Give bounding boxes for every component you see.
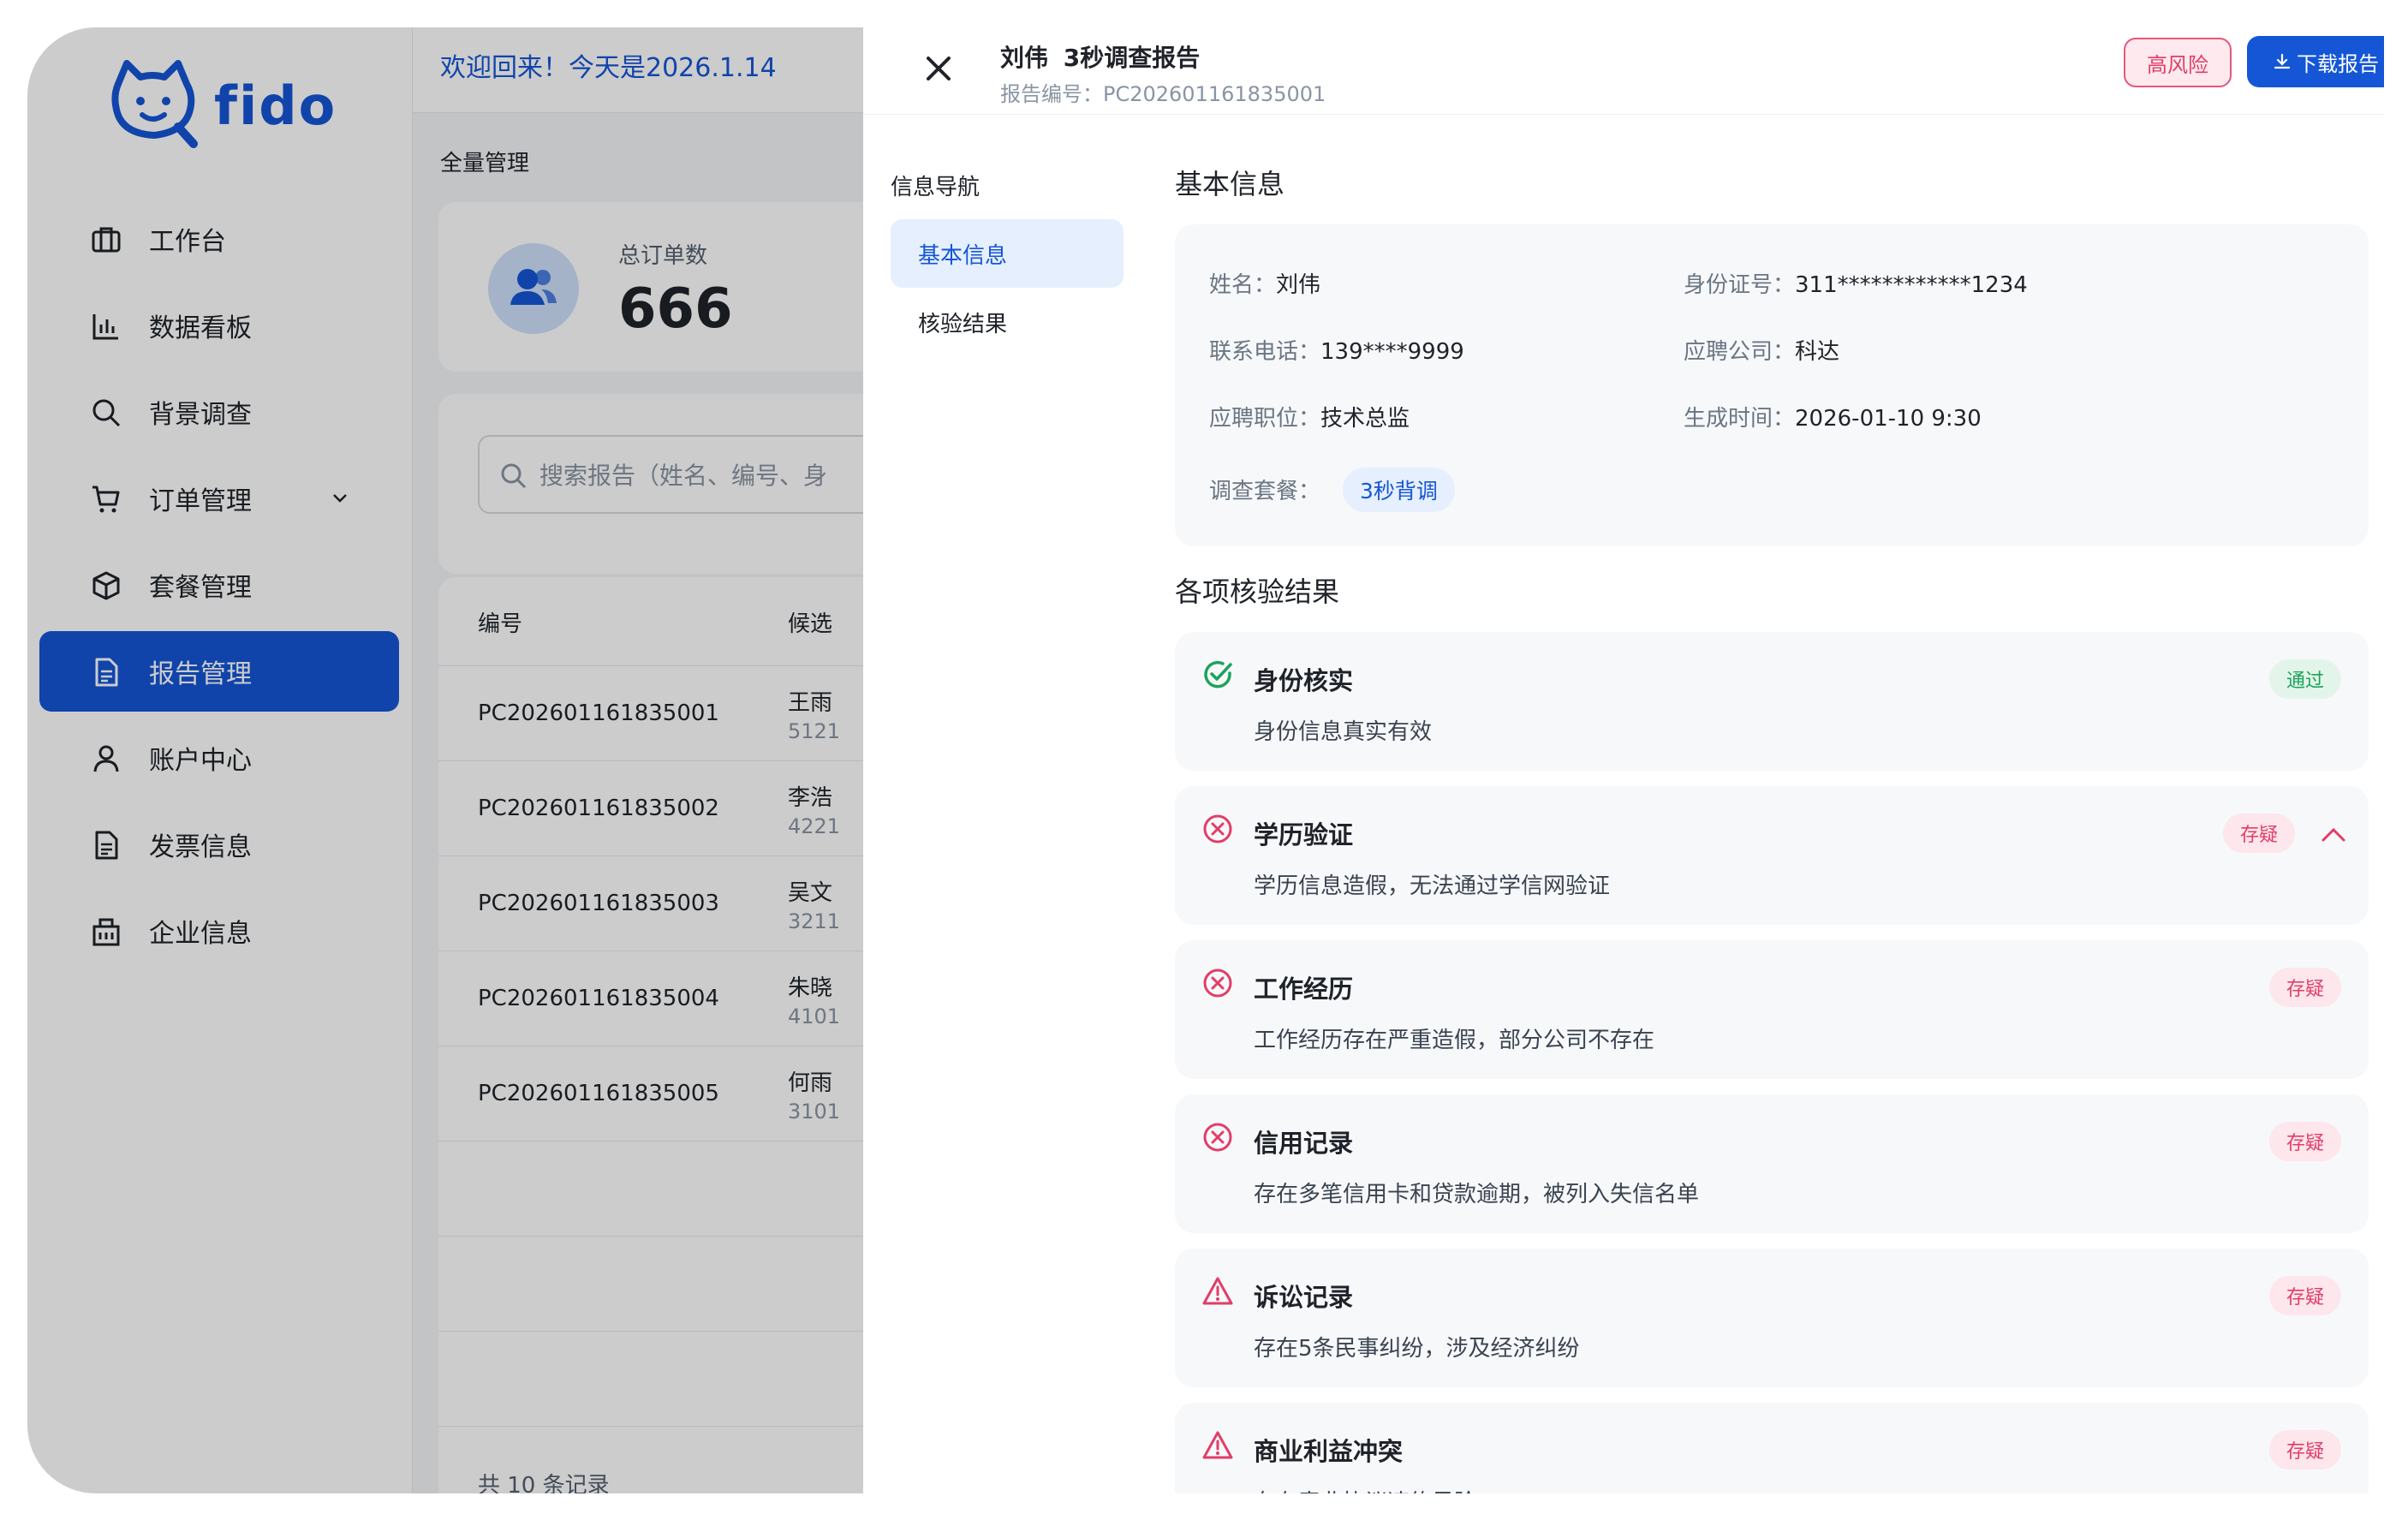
status-badge: 存疑	[2268, 1430, 2341, 1469]
x-circle-icon	[1203, 969, 1232, 998]
status-badge: 存疑	[2268, 1122, 2341, 1161]
chevron-up-icon[interactable]	[2321, 824, 2346, 844]
close-button[interactable]	[913, 43, 964, 94]
result-card-education[interactable]: 学历验证 学历信息造假，无法通过学信网验证 存疑	[1175, 786, 2369, 925]
warning-icon	[1202, 1277, 1233, 1305]
download-label: 下载报告	[2297, 51, 2379, 76]
drawer-nav: 信息导航 基本信息 核验结果	[863, 115, 1159, 1493]
result-desc: 存在多笔信用卡和贷款逾期，被列入失信名单	[1254, 1182, 1700, 1207]
report-number: 报告编号：PC202601161835001	[1000, 82, 1326, 106]
drawer-content: 基本信息 姓名：刘伟 身份证号：311************1234 联系电话…	[1175, 115, 2384, 1493]
x-circle-icon	[1203, 814, 1232, 843]
package-tag: 3秒背调	[1343, 468, 1455, 512]
field-company: 应聘公司：科达	[1684, 339, 1840, 365]
result-card-conflict-of-interest[interactable]: 商业利益冲突 存在竞业协议违约风险 存疑	[1175, 1403, 2369, 1493]
result-card-identity[interactable]: 身份核实 身份信息真实有效 通过	[1175, 632, 2369, 771]
drawer-title: 刘伟 3秒调查报告	[1000, 44, 1201, 72]
result-card-work-history[interactable]: 工作经历 工作经历存在严重造假，部分公司不存在 存疑	[1175, 940, 2369, 1079]
download-report-button[interactable]: 下载报告	[2247, 36, 2384, 87]
status-badge: 存疑	[2268, 968, 2341, 1007]
risk-level-badge: 高风险	[2124, 38, 2232, 87]
result-name: 诉讼记录	[1254, 1283, 1354, 1312]
field-id-card: 身份证号：311************1234	[1684, 272, 2028, 298]
result-desc: 学历信息造假，无法通过学信网验证	[1254, 873, 1611, 899]
result-desc: 工作经历存在严重造假，部分公司不存在	[1254, 1028, 1655, 1053]
result-name: 商业利益冲突	[1254, 1437, 1404, 1466]
field-package: 调查套餐： 3秒背调	[1209, 468, 1455, 512]
drawer-header: 刘伟 3秒调查报告 报告编号：PC202601161835001 高风险 下载报…	[863, 27, 2384, 115]
close-icon	[927, 57, 951, 80]
report-drawer: 刘伟 3秒调查报告 报告编号：PC202601161835001 高风险 下载报…	[863, 27, 2384, 1493]
field-name: 姓名：刘伟	[1209, 272, 1321, 298]
nav-item-verification-results[interactable]: 核验结果	[891, 288, 1124, 356]
warning-icon	[1202, 1431, 1233, 1459]
result-desc: 存在5条民事纠纷，涉及经济纠纷	[1254, 1336, 1580, 1362]
status-badge: 通过	[2268, 659, 2341, 699]
result-desc: 存在竞业协议违约风险	[1254, 1485, 1476, 1493]
status-badge: 存疑	[2268, 1276, 2341, 1315]
result-card-litigation[interactable]: 诉讼记录 存在5条民事纠纷，涉及经济纠纷 存疑	[1175, 1249, 2369, 1387]
result-name: 身份核实	[1254, 666, 1354, 695]
download-icon	[2274, 53, 2291, 69]
results-title: 各项核验结果	[1175, 575, 1340, 608]
nav-item-basic-info[interactable]: 基本信息	[891, 219, 1124, 288]
basic-info-card: 姓名：刘伟 身份证号：311************1234 联系电话：139*…	[1175, 224, 2369, 546]
x-circle-icon	[1203, 1123, 1232, 1152]
app-window: fido 工作台 数据看板 背景调查 订单管理 套餐管理 报告管理 账户中心 发…	[27, 27, 2384, 1493]
drawer-nav-title: 信息导航	[891, 175, 980, 200]
basic-info-title: 基本信息	[1175, 168, 1285, 200]
result-card-credit[interactable]: 信用记录 存在多笔信用卡和贷款逾期，被列入失信名单 存疑	[1175, 1094, 2369, 1233]
result-name: 工作经历	[1254, 975, 1354, 1004]
result-desc: 身份信息真实有效	[1254, 719, 1433, 745]
check-circle-icon	[1204, 660, 1232, 688]
field-created-time: 生成时间：2026-01-10 9:30	[1684, 406, 1982, 432]
status-badge: 存疑	[2222, 814, 2295, 853]
field-phone: 联系电话：139****9999	[1209, 339, 1464, 365]
result-name: 学历验证	[1254, 820, 1354, 849]
field-position: 应聘职位：技术总监	[1209, 406, 1410, 432]
result-name: 信用记录	[1254, 1129, 1354, 1158]
